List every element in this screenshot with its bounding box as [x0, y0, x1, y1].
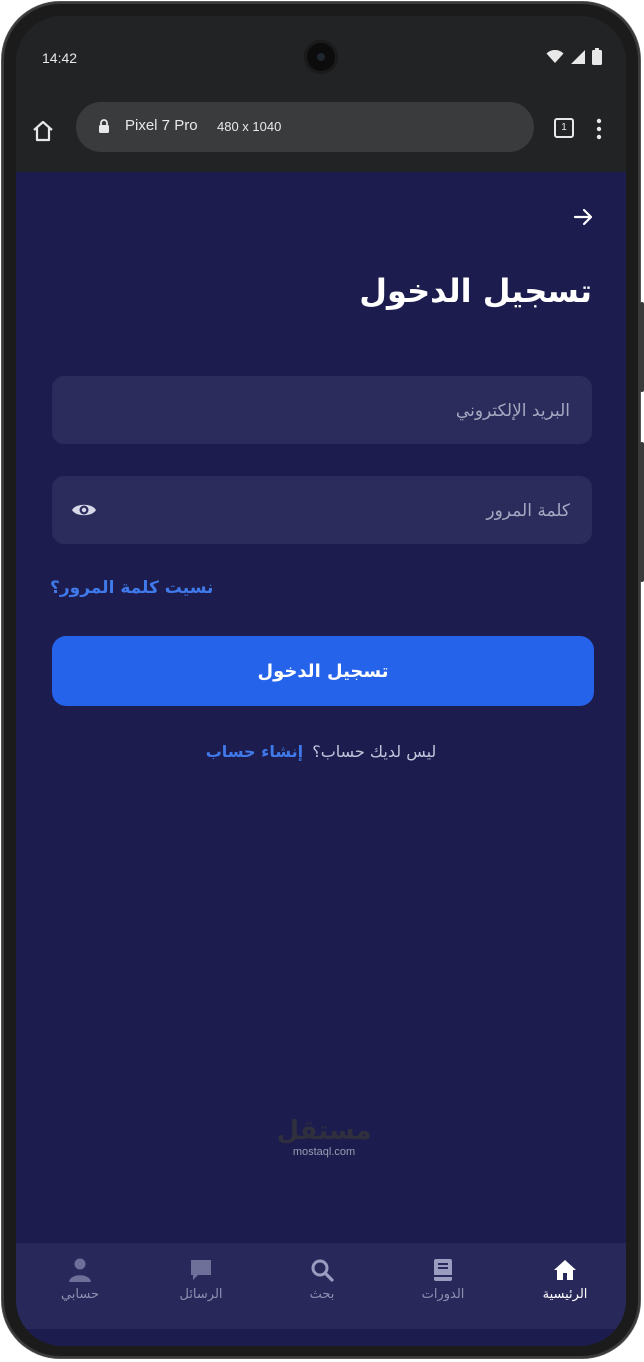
back-arrow-icon[interactable] [572, 206, 594, 228]
nav-item-messages[interactable]: الرسائل [146, 1257, 256, 1302]
nav-item-account[interactable]: حسابي [25, 1257, 135, 1302]
book-icon [434, 1259, 452, 1281]
cellular-signal-icon [571, 49, 585, 64]
login-button[interactable]: تسجيل الدخول [52, 636, 594, 706]
watermark-latin: mostaql.com [292, 1146, 356, 1158]
battery-icon [592, 48, 602, 65]
page-title: تسجيل الدخول [359, 272, 592, 310]
no-account-text: ليس لديك حساب؟ [312, 742, 437, 761]
url-device-size: 480 x 1040 [217, 119, 282, 134]
status-time: 14:42 [42, 50, 78, 66]
browser-toolbar: Pixel 7 Pro 480 x 1040 1 [16, 100, 626, 172]
signup-prompt: ليس لديك حساب؟ إنشاء حساب [16, 742, 626, 761]
bottom-navigation: الرئيسية الدورات بحث الرسائل حسابي [16, 1243, 626, 1329]
nav-label-search: بحث [309, 1287, 335, 1302]
forgot-password-link[interactable]: نسيت كلمة المرور؟ [50, 578, 213, 598]
address-bar[interactable]: Pixel 7 Pro 480 x 1040 [76, 102, 534, 152]
tab-switcher-button[interactable]: 1 [554, 118, 574, 138]
home-icon[interactable] [30, 118, 56, 144]
nav-label-account: حسابي [60, 1287, 100, 1302]
front-camera [304, 40, 338, 74]
home-icon [554, 1260, 576, 1280]
email-input[interactable] [72, 376, 572, 446]
nav-item-home[interactable]: الرئيسية [510, 1257, 620, 1302]
chat-icon [191, 1260, 211, 1280]
power-button [640, 302, 644, 392]
nav-label-messages: الرسائل [179, 1287, 223, 1302]
phone-frame: 14:42 Pixel 7 Pro 480 x 1040 1 تسجيل الد… [2, 2, 644, 1358]
login-page: تسجيل الدخول نسيت كلمة المرور؟ تسجيل الد… [16, 172, 626, 1346]
watermark-arabic: مستقل [276, 1116, 372, 1146]
nav-label-courses: الدورات [421, 1287, 465, 1302]
more-menu-icon[interactable] [596, 118, 602, 140]
url-device-name: Pixel 7 Pro [125, 117, 198, 134]
eye-icon[interactable] [70, 498, 98, 522]
status-bar: 14:42 [16, 16, 626, 100]
email-field[interactable] [52, 376, 592, 446]
password-field[interactable] [52, 476, 592, 546]
user-icon [69, 1258, 91, 1282]
nav-item-search[interactable]: بحث [267, 1257, 377, 1302]
wifi-icon [546, 49, 564, 63]
phone-screen: 14:42 Pixel 7 Pro 480 x 1040 1 تسجيل الد… [16, 16, 626, 1346]
lock-icon [99, 119, 109, 133]
nav-label-home: الرئيسية [542, 1287, 588, 1302]
search-icon [311, 1259, 334, 1282]
nav-item-courses[interactable]: الدورات [388, 1257, 498, 1302]
password-input[interactable] [122, 476, 572, 546]
mostaql-watermark: مستقل mostaql.com [274, 1118, 374, 1158]
status-icons [546, 48, 602, 65]
volume-button [640, 442, 644, 582]
create-account-link[interactable]: إنشاء حساب [206, 742, 303, 761]
